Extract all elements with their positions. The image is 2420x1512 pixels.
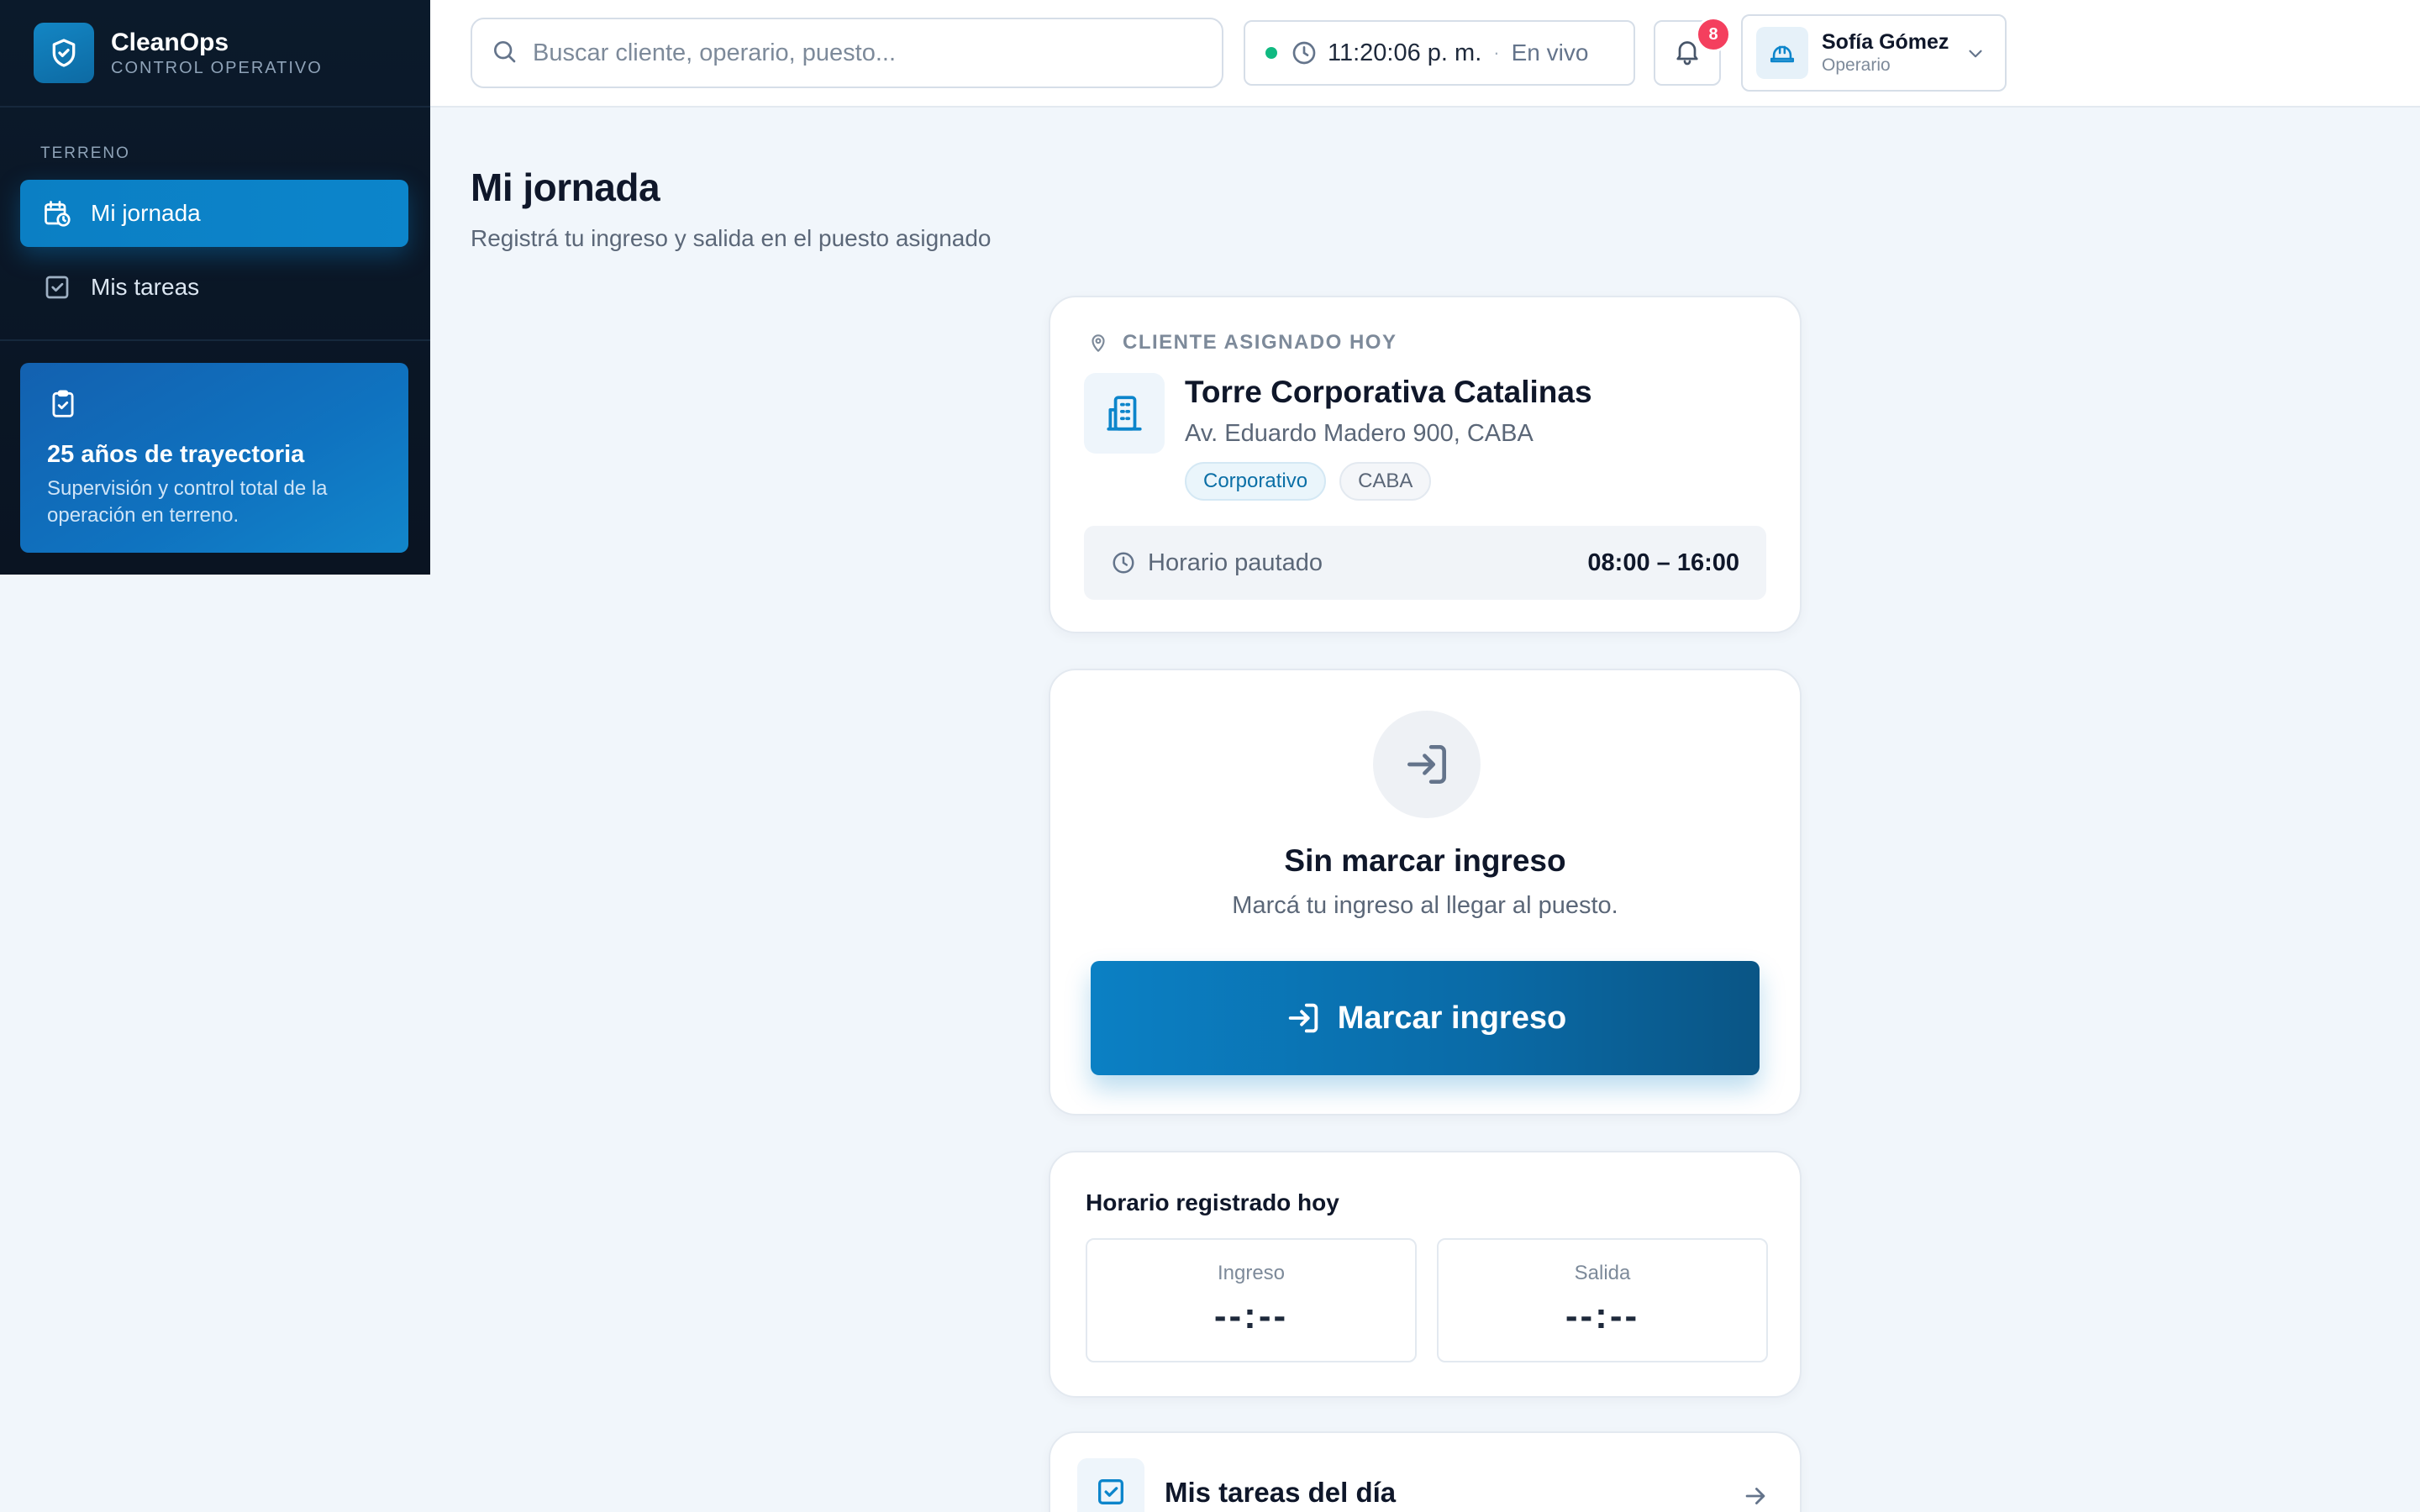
client-label-text: CLIENTE ASIGNADO HOY — [1123, 331, 1397, 354]
clock-time: 11:20:06 p. m. — [1328, 39, 1482, 66]
search-input[interactable] — [533, 39, 1205, 67]
building-icon — [1084, 373, 1165, 454]
tag-city: CABA — [1339, 462, 1432, 501]
daily-tasks-card[interactable]: Mis tareas del día — [1049, 1431, 1802, 1512]
client-tags: Corporativo CABA — [1185, 462, 1444, 501]
scheduled-hours: Horario pautado 08:00 – 16:00 — [1084, 526, 1766, 600]
check-in-button-label: Marcar ingreso — [1337, 1000, 1567, 1036]
client-address: Av. Eduardo Madero 900, CABA — [1185, 420, 1534, 447]
clock-icon — [1113, 552, 1134, 574]
clock-icon — [1291, 39, 1318, 66]
app-subtitle: CONTROL OPERATIVO — [111, 59, 323, 77]
registered-hours-title: Horario registrado hoy — [1086, 1189, 1339, 1215]
map-pin-icon — [1092, 334, 1105, 352]
app-name: CleanOps — [111, 29, 229, 56]
live-status-dot — [1265, 47, 1277, 59]
user-role: Operario — [1822, 55, 1891, 75]
shield-check-icon — [34, 23, 94, 83]
sidebar-divider — [0, 339, 430, 341]
schedule-value: 08:00 – 16:00 — [1587, 549, 1739, 576]
daily-tasks-title: Mis tareas del día — [1165, 1477, 1397, 1508]
clipboard-check-icon — [47, 388, 381, 424]
check-out-time-label: Salida — [1574, 1262, 1631, 1284]
checkbox-icon — [1077, 1458, 1144, 1512]
log-in-icon — [1373, 711, 1481, 818]
check-in-status-text: Marcá tu ingreso al llegar al puesto. — [1232, 892, 1618, 919]
promo-card: 25 años de trayectoria Supervisión y con… — [20, 363, 408, 553]
check-in-button[interactable]: Marcar ingreso — [1091, 961, 1760, 1075]
check-in-status-title: Sin marcar ingreso — [1284, 843, 1566, 878]
page-title: Mi jornada — [471, 165, 660, 209]
search-box[interactable] — [471, 18, 1223, 88]
check-in-time-label: Ingreso — [1217, 1262, 1286, 1284]
sidebar-item-label: Mis tareas — [91, 274, 200, 300]
sidebar-item-mis-tareas[interactable]: Mis tareas — [20, 254, 408, 321]
top-bar: 11:20:06 p. m. · En vivo 8 Sofía Gómez O… — [430, 0, 2420, 108]
schedule-label: Horario pautado — [1148, 549, 1323, 576]
check-in-time-value: --:-- — [1213, 1295, 1289, 1336]
user-name: Sofía Gómez — [1822, 30, 1949, 54]
client-label: CLIENTE ASIGNADO HOY — [1087, 331, 1397, 354]
user-menu[interactable]: Sofía Gómez Operario — [1741, 14, 2007, 92]
chevron-down-icon — [1965, 43, 1986, 69]
live-label: En vivo — [1511, 39, 1589, 66]
calendar-clock-icon — [42, 198, 72, 228]
tag-category: Corporativo — [1185, 462, 1327, 501]
search-icon — [491, 38, 518, 69]
check-out-time-box: Salida --:-- — [1437, 1238, 1768, 1362]
log-in-icon — [1284, 999, 1323, 1037]
live-clock: 11:20:06 p. m. · En vivo — [1244, 20, 1635, 86]
check-in-card: Sin marcar ingreso Marcá tu ingreso al l… — [1049, 669, 1802, 1116]
registered-hours-card: Horario registrado hoy Ingreso --:-- Sal… — [1049, 1151, 1802, 1398]
nav-section-label: TERRENO — [40, 144, 130, 162]
promo-title: 25 años de trayectoria — [47, 441, 305, 468]
brand[interactable]: CleanOps CONTROL OPERATIVO — [0, 0, 430, 108]
page-subtitle: Registrá tu ingreso y salida en el puest… — [471, 225, 992, 251]
assigned-client-card: CLIENTE ASIGNADO HOY Torre Corporativa C… — [1049, 296, 1802, 633]
promo-text: Supervisión y control total de la operac… — [47, 477, 328, 527]
sidebar-item-mi-jornada[interactable]: Mi jornada — [20, 180, 408, 247]
client-name: Torre Corporativa Catalinas — [1185, 375, 1592, 409]
check-out-time-value: --:-- — [1565, 1295, 1640, 1336]
sidebar: CleanOps CONTROL OPERATIVO TERRENO Mi jo… — [0, 0, 430, 575]
notification-badge: 8 — [1696, 17, 1731, 52]
clock-separator: · — [1493, 42, 1500, 63]
arrow-right-icon — [1741, 1482, 1770, 1512]
notifications-button[interactable]: 8 — [1654, 17, 1731, 86]
hard-hat-icon — [1756, 27, 1808, 79]
checkbox-icon — [42, 272, 72, 302]
check-in-time-box: Ingreso --:-- — [1086, 1238, 1417, 1362]
sidebar-item-label: Mi jornada — [91, 200, 201, 226]
